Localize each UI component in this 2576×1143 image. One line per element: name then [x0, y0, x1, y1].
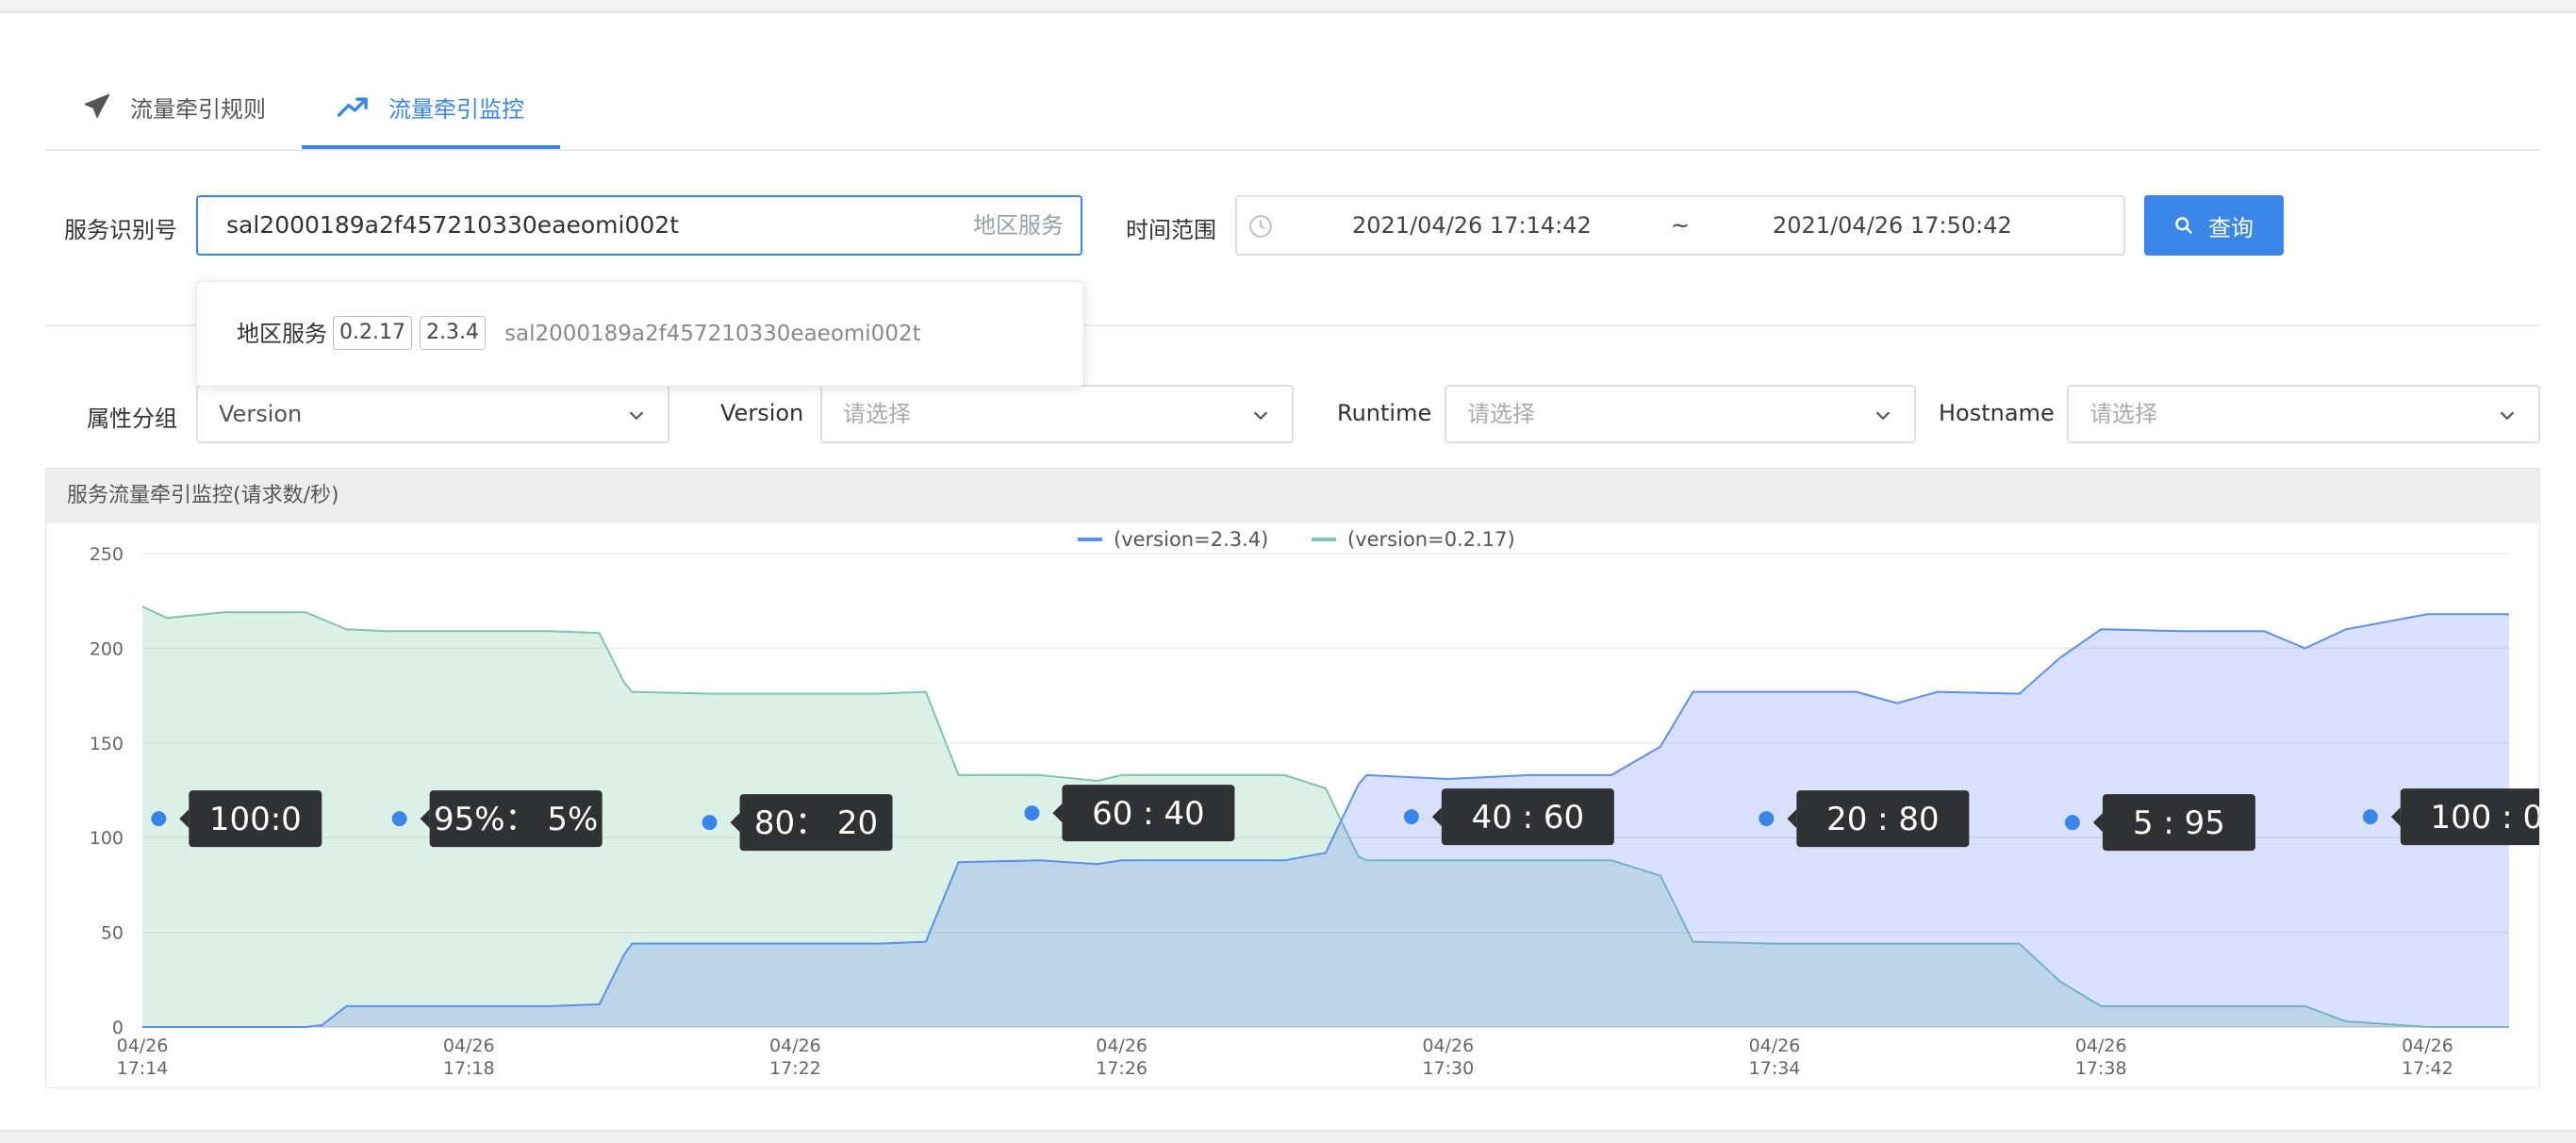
- tab-traffic-rules[interactable]: 流量牵引规则: [83, 64, 266, 149]
- filter-label-hostname: Hostname: [1939, 400, 2055, 426]
- annotation-dot: [1759, 811, 1775, 827]
- x-tick-time: 17:26: [1096, 1058, 1148, 1079]
- annotation-dot: [2064, 815, 2080, 831]
- runtime-select-value: 请选择: [1467, 401, 1535, 427]
- time-range-start[interactable]: 2021/04/26 17:14:42: [1352, 197, 1592, 254]
- version-tag: 2.3.4: [420, 316, 486, 350]
- annotation-dot: [702, 815, 718, 831]
- x-tick-time: 17:34: [1749, 1058, 1801, 1079]
- suggestion-service-name: 地区服务: [237, 321, 327, 347]
- y-tick-label: 200: [90, 638, 124, 659]
- tab-traffic-monitor[interactable]: 流量牵引监控: [338, 64, 524, 149]
- filter-label-runtime: Runtime: [1337, 400, 1432, 426]
- x-tick-date: 04/26: [769, 1035, 821, 1056]
- group-select[interactable]: Version: [196, 385, 669, 443]
- service-id-value: sal2000189a2f457210330eaeomi002t: [226, 211, 680, 239]
- x-tick-time: 17:22: [769, 1058, 821, 1079]
- annotation-label: 80： 20: [754, 804, 878, 842]
- y-tick-label: 50: [101, 923, 124, 944]
- traffic-monitor-panel: 服务流量牵引监控(请求数/秒) 0 50 100 150 200 250 04/26 17:1…: [45, 468, 2540, 1088]
- time-range-picker[interactable]: 2021/04/26 17:14:42 ~ 2021/04/26 17:50:4…: [1235, 195, 2125, 256]
- annotation-dot: [2362, 809, 2378, 825]
- x-tick-date: 04/26: [1422, 1035, 1474, 1056]
- group-select-value: Version: [219, 401, 303, 427]
- chevron-down-icon: [2500, 411, 2515, 421]
- tab-traffic-rules-label: 流量牵引规则: [130, 95, 266, 123]
- annotation-label: 95%： 5%: [434, 801, 598, 838]
- time-range-separator: ~: [1671, 212, 1691, 239]
- legend-label: (version=0.2.17): [1347, 528, 1515, 551]
- x-tick-date: 04/26: [117, 1035, 169, 1056]
- annotation-dot: [391, 811, 407, 827]
- trend-up-icon: [338, 97, 368, 117]
- time-range-label: 时间范围: [1126, 217, 1216, 243]
- version-tag: 0.2.17: [333, 316, 412, 350]
- service-id-input[interactable]: sal2000189a2f457210330eaeomi002t 地区服务: [196, 195, 1082, 256]
- x-tick-date: 04/26: [2402, 1035, 2453, 1056]
- time-range-end[interactable]: 2021/04/26 17:50:42: [1773, 197, 2012, 254]
- x-tick-time: 17:38: [2075, 1058, 2127, 1079]
- runtime-select[interactable]: 请选择: [1445, 385, 1916, 443]
- x-tick-time: 17:18: [443, 1058, 495, 1079]
- panel-header: 服务流量牵引监控(请求数/秒): [46, 469, 2539, 523]
- suggestion-service-id: sal2000189a2f457210330eaeomi002t: [504, 322, 921, 346]
- paper-plane-icon: [84, 93, 110, 118]
- hostname-select-value: 请选择: [2089, 401, 2157, 427]
- hostname-select[interactable]: 请选择: [2067, 385, 2540, 443]
- annotation-dot: [1403, 809, 1419, 825]
- annotation-label: 40 : 60: [1472, 799, 1585, 837]
- y-tick-label: 250: [90, 544, 124, 565]
- version-select-value: 请选择: [843, 401, 911, 427]
- top-bar: [0, 0, 2576, 13]
- tab-bar: 流量牵引规则 流量牵引监控: [45, 64, 2540, 151]
- annotation-label: 100 : 0: [2431, 799, 2539, 837]
- chevron-down-icon: [1875, 411, 1891, 421]
- annotation-label: 100:0: [209, 801, 302, 838]
- query-button[interactable]: 查询: [2144, 195, 2284, 256]
- search-icon: [2175, 217, 2192, 234]
- service-id-suffix: 地区服务: [973, 212, 1064, 239]
- service-suggestion-dropdown: 地区服务 0.2.17 2.3.4 sal2000189a2f457210330…: [196, 281, 1084, 387]
- annotation-label: 20 : 80: [1826, 801, 1940, 838]
- service-id-label: 服务识别号: [64, 217, 177, 243]
- chevron-down-icon: [629, 411, 644, 421]
- query-button-label: 查询: [2208, 214, 2254, 241]
- x-tick-date: 04/26: [1096, 1035, 1148, 1056]
- legend-label: (version=2.3.4): [1114, 528, 1268, 551]
- annotation-dot: [1024, 805, 1040, 821]
- filter-label-version: Version: [720, 400, 804, 426]
- active-tab-indicator: [302, 145, 560, 149]
- annotation-dot: [151, 811, 167, 827]
- panel-title: 服务流量牵引监控(请求数/秒): [67, 484, 339, 507]
- version-select[interactable]: 请选择: [820, 385, 1294, 443]
- x-tick-time: 17:30: [1422, 1058, 1474, 1079]
- filter-label-group: 属性分组: [87, 406, 177, 432]
- chevron-down-icon: [1253, 411, 1268, 421]
- annotation-label: 60 : 40: [1092, 795, 1205, 833]
- y-tick-label: 100: [90, 828, 124, 849]
- annotation-label: 5 : 95: [2133, 804, 2225, 842]
- x-tick-date: 04/26: [2075, 1035, 2127, 1056]
- x-tick-time: 17:14: [117, 1058, 169, 1079]
- x-tick-date: 04/26: [443, 1035, 495, 1056]
- x-tick-date: 04/26: [1749, 1035, 1801, 1056]
- y-tick-label: 150: [90, 734, 124, 754]
- x-tick-time: 17:42: [2402, 1058, 2453, 1079]
- tab-traffic-monitor-label: 流量牵引监控: [388, 95, 524, 123]
- clock-icon: [1249, 215, 1272, 238]
- traffic-chart: 05010015020025004/2617:1404/2617:1804/26…: [90, 528, 2539, 1079]
